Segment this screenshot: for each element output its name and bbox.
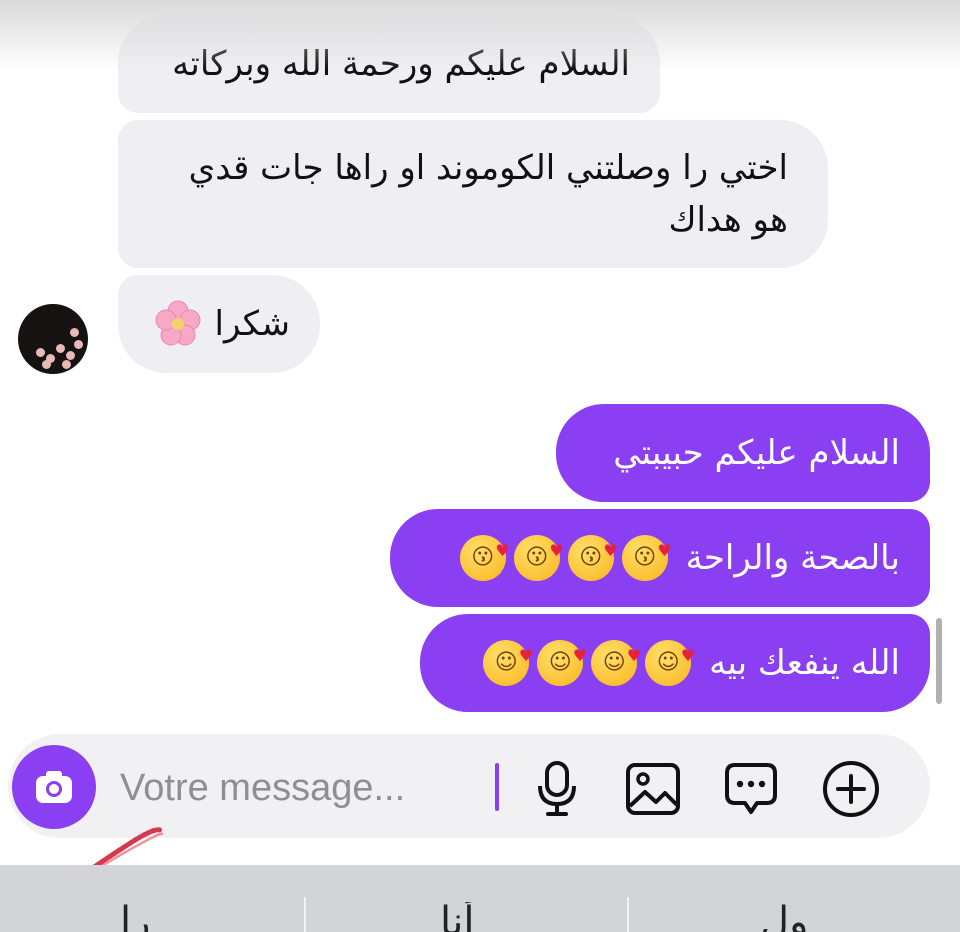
microphone-icon <box>538 761 576 816</box>
received-message[interactable]: السلام عليكم ورحمة الله وبركاته <box>118 15 660 113</box>
received-message[interactable]: اختي را وصلتني الكوموند او راها جات قدي … <box>118 120 828 268</box>
emoji-group: 😗 ♥ 😗 ♥ 😗 ♥ 😗 ♥ <box>459 535 672 581</box>
smiling-face-with-hearts-icon: ☺ ♥ <box>591 640 641 686</box>
text-caret <box>495 763 499 811</box>
microphone-button[interactable] <box>526 758 588 820</box>
message-text: الله ينفعك بيه <box>709 643 900 683</box>
quick-reply-button[interactable] <box>720 758 782 820</box>
message-thread: السلام عليكم ورحمة الله وبركاته اختي را … <box>0 0 960 725</box>
gallery-button[interactable] <box>622 758 684 820</box>
sent-message[interactable]: الله ينفعك بيه ☺ ♥ ☺ ♥ ☺ ♥ ☺ ♥ <box>420 614 930 712</box>
camera-icon <box>36 771 72 803</box>
message-text: السلام عليكم حبيبتي <box>613 433 900 473</box>
sent-message[interactable]: السلام عليكم حبيبتي <box>556 404 930 502</box>
camera-button[interactable] <box>12 745 96 829</box>
chat-bubble-icon <box>725 763 777 814</box>
message-text: اختي را وصلتني الكوموند او راها جات قدي … <box>188 148 788 240</box>
kissing-heart-icon: 😗 ♥ <box>567 535 618 581</box>
message-input[interactable] <box>120 758 480 818</box>
kissing-heart-icon: 😗 ♥ <box>513 535 564 581</box>
suggestion-divider <box>627 897 629 932</box>
plus-circle-icon <box>823 761 879 817</box>
message-text: السلام عليكم ورحمة الله وبركاته <box>172 44 630 84</box>
keyboard-suggestion[interactable]: ول <box>760 902 808 932</box>
kissing-heart-icon: 😗 ♥ <box>459 535 510 581</box>
emoji-group: ☺ ♥ ☺ ♥ ☺ ♥ ☺ ♥ <box>483 640 695 686</box>
cherry-blossom-icon <box>155 300 201 346</box>
keyboard-suggestion[interactable]: أنا <box>440 902 474 932</box>
add-button[interactable] <box>820 758 882 820</box>
scrollbar[interactable] <box>936 618 942 704</box>
smiling-face-with-hearts-icon: ☺ ♥ <box>645 640 695 686</box>
keyboard-suggestion[interactable]: را <box>120 902 150 932</box>
image-icon <box>626 763 680 815</box>
sent-message[interactable]: بالصحة والراحة 😗 ♥ 😗 ♥ 😗 ♥ 😗 ♥ <box>390 509 930 607</box>
contact-avatar[interactable] <box>18 304 88 374</box>
received-message[interactable]: شكرا <box>118 275 320 373</box>
suggestion-divider <box>304 897 306 932</box>
message-text: شكرا <box>214 304 290 344</box>
smiling-face-with-hearts-icon: ☺ ♥ <box>483 640 533 686</box>
smiling-face-with-hearts-icon: ☺ ♥ <box>537 640 587 686</box>
message-text: بالصحة والراحة <box>685 538 900 578</box>
kissing-heart-icon: 😗 ♥ <box>621 535 672 581</box>
